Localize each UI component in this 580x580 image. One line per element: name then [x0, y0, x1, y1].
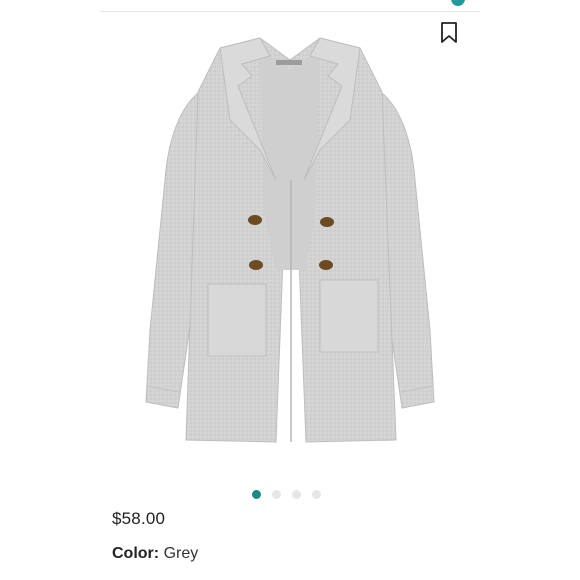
color-label: Color: [112, 545, 160, 562]
carousel-dot[interactable] [312, 489, 321, 499]
coat-button [320, 217, 334, 227]
carousel-indicator [252, 488, 321, 500]
product-image[interactable] [110, 30, 470, 480]
carousel-dot[interactable] [292, 489, 301, 499]
top-divider [100, 11, 480, 12]
coat-button [248, 215, 262, 225]
color-value: Grey [163, 545, 199, 562]
coat-left-pocket [207, 283, 267, 357]
carousel-dot[interactable] [272, 489, 281, 499]
coat-button [249, 260, 263, 270]
coat-right-pocket [319, 279, 379, 353]
color-row: Color: Grey [112, 545, 198, 563]
carousel-dot[interactable] [252, 489, 261, 499]
coat-button [319, 260, 333, 270]
product-price: $58.00 [112, 509, 166, 528]
coat-tag [276, 60, 302, 65]
